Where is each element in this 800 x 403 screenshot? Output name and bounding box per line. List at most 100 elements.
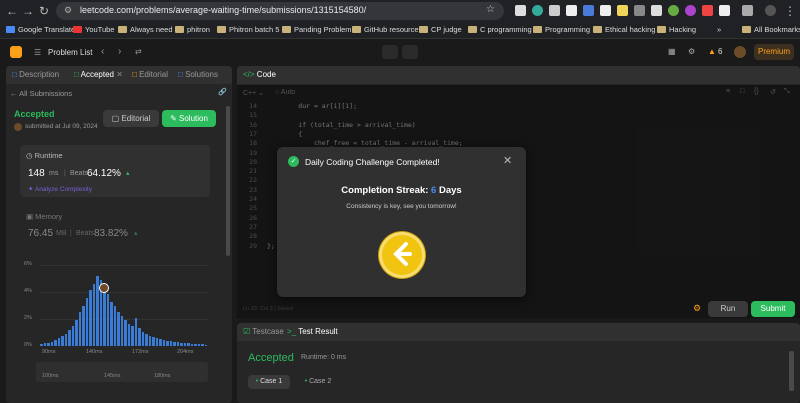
- avatar[interactable]: [765, 5, 776, 16]
- tab-test-result[interactable]: >_ Test Result: [287, 327, 338, 336]
- extension-icon[interactable]: [617, 5, 628, 16]
- analyze-complexity-link[interactable]: ✦ Analyze Complexity: [28, 185, 92, 193]
- avatar[interactable]: [734, 46, 746, 58]
- runtime-distribution-chart[interactable]: 6% 4% 2% 0% 90ms 140ms 172ms 204ms: [20, 252, 210, 358]
- editorial-button[interactable]: ▢ Editorial: [103, 110, 159, 127]
- daily-challenge-modal: ✓ Daily Coding Challenge Completed! ✕ Co…: [277, 147, 526, 297]
- memory-value: 76.45: [28, 228, 54, 239]
- histogram-bar: [134, 318, 138, 346]
- histogram-bar: [166, 341, 169, 346]
- bookmark-youtube[interactable]: YouTube: [73, 25, 114, 34]
- slider-tick: 145ms: [104, 373, 121, 379]
- notes-icon[interactable]: [402, 45, 418, 59]
- left-scrollbar[interactable]: [226, 106, 230, 256]
- extension-icon[interactable]: [634, 5, 645, 16]
- console-icon[interactable]: ⚙: [693, 303, 701, 314]
- case-2-tab[interactable]: • Case 2: [297, 375, 339, 389]
- extension-icon[interactable]: [515, 5, 526, 16]
- extension-icon[interactable]: [600, 5, 611, 16]
- tab-accepted[interactable]: □ Accepted ✕: [74, 70, 123, 79]
- bookmark-phitron-batch[interactable]: Phitron batch 5: [217, 25, 279, 34]
- address-bar[interactable]: ⚙ leetcode.com/problems/average-waiting-…: [56, 2, 504, 20]
- histogram-bar: [117, 312, 120, 346]
- histogram-bar: [145, 334, 148, 346]
- folder-icon: [217, 26, 226, 33]
- back-arrow-icon[interactable]: ←: [4, 3, 20, 19]
- histogram-bar: [131, 326, 134, 346]
- premium-button[interactable]: Premium: [754, 44, 794, 60]
- x-tick: 172ms: [132, 349, 149, 355]
- bookmark-ethical-hacking[interactable]: Ethical hacking: [593, 25, 655, 34]
- tab-solutions[interactable]: □ Solutions: [178, 70, 218, 79]
- puzzle-icon[interactable]: [742, 5, 753, 16]
- debug-icon[interactable]: [382, 45, 398, 59]
- extension-icon[interactable]: [566, 5, 577, 16]
- test-scrollbar[interactable]: [789, 351, 794, 391]
- bookmark-phitron[interactable]: phitron: [175, 25, 210, 34]
- all-bookmarks[interactable]: All Bookmarks: [742, 25, 800, 34]
- memory-card[interactable]: ▣ Memory 76.45 MB | Beats 83.82% ▴: [20, 206, 210, 242]
- histogram-bar: [155, 338, 159, 346]
- bookmark-google-translate[interactable]: Google Translate: [6, 25, 75, 34]
- solution-button[interactable]: ✎ Solution: [162, 110, 216, 127]
- histogram-bar: [113, 306, 117, 346]
- leetcode-logo-icon[interactable]: [10, 46, 22, 58]
- folder-icon: [282, 26, 291, 33]
- tab-description[interactable]: □ Description: [12, 70, 59, 79]
- bookmark-cp-judge[interactable]: CP judge: [419, 25, 462, 34]
- case-1-tab[interactable]: • Case 1: [248, 375, 290, 389]
- star-icon[interactable]: ☆: [486, 4, 495, 15]
- histogram-bar: [204, 345, 208, 346]
- forward-arrow-icon[interactable]: →: [20, 3, 36, 19]
- extension-icon[interactable]: [549, 5, 560, 16]
- close-icon[interactable]: ✕: [503, 154, 512, 167]
- histogram-bar: [103, 288, 106, 346]
- prev-problem-icon[interactable]: ‹: [101, 46, 104, 57]
- layout-icon[interactable]: ▦: [668, 47, 676, 56]
- runtime-card[interactable]: ◷ Runtime 148 ms | Beats 64.12% ▴ ✦ Anal…: [20, 145, 210, 197]
- extension-icon[interactable]: [719, 5, 730, 16]
- memory-label: ▣ Memory: [26, 212, 63, 221]
- submit-button[interactable]: Submit: [751, 301, 795, 317]
- histogram-bar: [68, 330, 71, 346]
- url-text[interactable]: leetcode.com/problems/average-waiting-ti…: [80, 5, 366, 15]
- left-tab-bar: □ Description □ Accepted ✕ □ Editorial □…: [6, 66, 232, 84]
- bookmark-github-resource[interactable]: GitHub resource: [352, 25, 419, 34]
- left-panel: □ Description □ Accepted ✕ □ Editorial □…: [6, 66, 232, 403]
- bookmark-programming[interactable]: Programming: [533, 25, 590, 34]
- next-problem-icon[interactable]: ›: [118, 46, 121, 57]
- extension-icon[interactable]: [583, 5, 594, 16]
- all-submissions-link[interactable]: ← All Submissions: [10, 89, 72, 98]
- bookmark-always-need[interactable]: Always need: [118, 25, 173, 34]
- extension-icon[interactable]: [532, 5, 543, 16]
- browser-toolbar: ← → ↻ ⚙ leetcode.com/problems/average-wa…: [0, 0, 800, 22]
- problem-list-icon[interactable]: ☰: [34, 48, 41, 57]
- range-slider[interactable]: 100ms 145ms 180ms: [36, 362, 208, 382]
- bookmark-hacking[interactable]: Hacking: [657, 25, 696, 34]
- extension-icon[interactable]: [702, 5, 713, 16]
- streak-fire-icon[interactable]: ▲: [708, 47, 716, 56]
- reload-icon[interactable]: ↻: [36, 3, 52, 19]
- histogram-bar: [40, 344, 43, 346]
- tab-editorial[interactable]: □ Editorial: [132, 70, 168, 79]
- streak-count[interactable]: 6: [718, 47, 722, 56]
- bookmark-c-programming[interactable]: C programming: [468, 25, 532, 34]
- extension-icon[interactable]: [651, 5, 662, 16]
- settings-gear-icon[interactable]: ⚙: [688, 47, 695, 56]
- share-icon[interactable]: 🔗: [218, 88, 227, 96]
- site-info-icon[interactable]: ⚙: [64, 5, 72, 16]
- menu-dots-icon[interactable]: ⋮: [782, 3, 798, 19]
- extension-icon[interactable]: [668, 5, 679, 16]
- bookmarks-overflow[interactable]: »: [717, 25, 721, 34]
- problem-list-link[interactable]: Problem List: [48, 48, 92, 57]
- extension-icon[interactable]: [685, 5, 696, 16]
- tab-testcase[interactable]: ☑ Testcase: [243, 327, 284, 336]
- app-header: ☰ Problem List ‹ › ⇄ ▦ ⚙ ▲ 6 Premium: [0, 40, 800, 65]
- x-tick: 140ms: [86, 349, 103, 355]
- bookmark-panding-problem[interactable]: Panding Problem: [282, 25, 352, 34]
- shuffle-icon[interactable]: ⇄: [135, 47, 142, 56]
- youtube-icon: [73, 26, 82, 33]
- close-tab-icon[interactable]: ✕: [116, 70, 123, 79]
- histogram-bar: [194, 344, 197, 346]
- run-button[interactable]: Run: [708, 301, 748, 317]
